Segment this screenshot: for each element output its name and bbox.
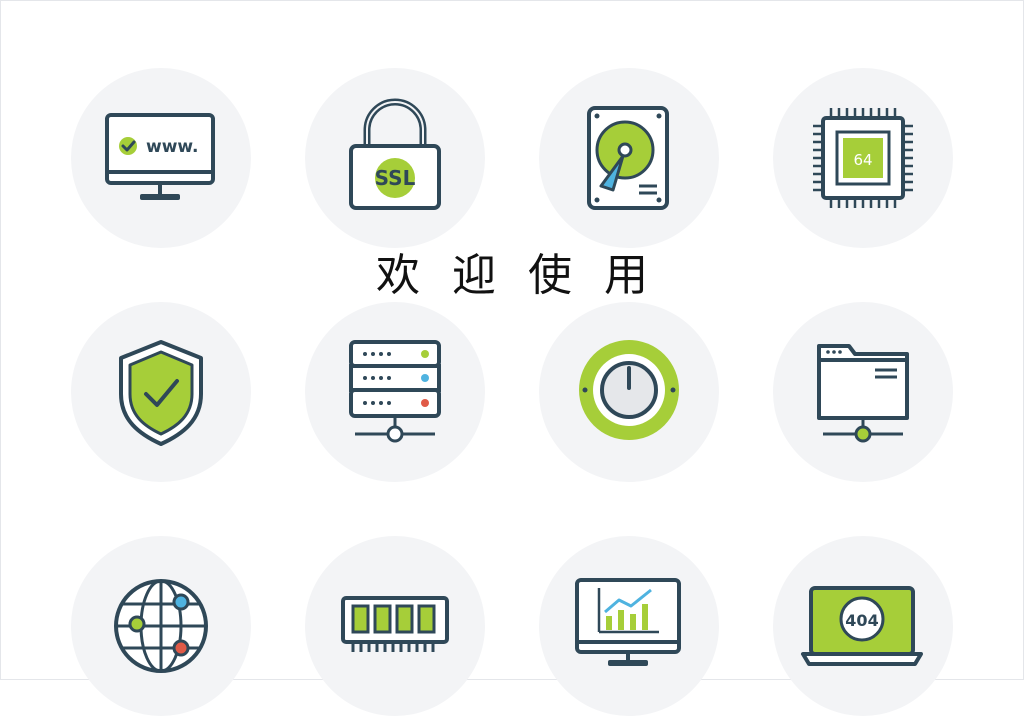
tile-www-monitor[interactable]: www. [71, 68, 251, 248]
www-monitor-icon: www. [105, 113, 215, 200]
tile-ram-memory[interactable] [305, 536, 485, 716]
globe-network-icon [114, 579, 208, 673]
tile-laptop-404[interactable]: 404 [773, 536, 953, 716]
chip-text: 64 [853, 151, 872, 169]
tile-analytics-monitor[interactable] [539, 536, 719, 716]
hard-drive-icon [587, 106, 669, 210]
shield-check-icon [119, 340, 203, 446]
ssl-lock-icon: SSL [349, 98, 441, 210]
power-button-icon [579, 340, 679, 440]
tile-hard-drive[interactable] [539, 68, 719, 248]
ram-memory-icon [341, 596, 449, 652]
network-folder-icon [817, 344, 909, 443]
tile-power-button[interactable] [539, 302, 719, 482]
tile-network-folder[interactable] [773, 302, 953, 482]
tile-globe-network[interactable] [71, 536, 251, 716]
analytics-monitor-icon [575, 578, 681, 666]
tile-cpu-chip[interactable]: 64 [773, 68, 953, 248]
error-404-text: 404 [845, 611, 878, 630]
www-text: www. [146, 137, 199, 157]
tile-ssl-lock[interactable]: SSL [305, 68, 485, 248]
cpu-chip-icon: 64 [813, 108, 913, 208]
server-rack-icon [349, 340, 441, 443]
welcome-title: 欢迎使用 [376, 250, 680, 301]
laptop-404-icon: 404 [801, 586, 923, 666]
ssl-text: SSL [375, 166, 416, 190]
tile-server-rack[interactable] [305, 302, 485, 482]
tile-shield[interactable] [71, 302, 251, 482]
